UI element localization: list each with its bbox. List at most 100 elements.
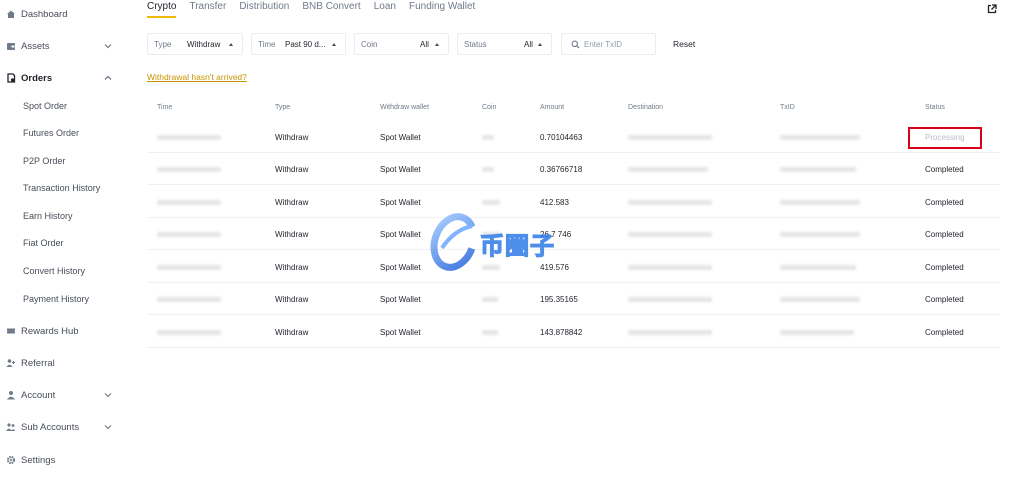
row-type: Withdraw xyxy=(275,263,309,272)
redacted-time xyxy=(157,265,221,270)
chevron-up-icon[interactable] xyxy=(103,73,113,83)
sidebar-subitem-p2p-order[interactable]: P2P Order xyxy=(23,154,65,168)
row-wallet: Spot Wallet xyxy=(380,295,421,304)
row-amount: 412.583 xyxy=(540,198,569,207)
redacted-time xyxy=(157,167,221,172)
redacted-coin xyxy=(482,297,498,302)
annotation-highlight-box xyxy=(908,127,982,149)
coin-select[interactable]: Coin All xyxy=(354,33,449,55)
type-select[interactable]: Type Withdraw xyxy=(147,33,243,55)
sidebar-subitem-futures-order[interactable]: Futures Order xyxy=(23,126,79,140)
redacted-coin xyxy=(482,330,498,335)
column-header-amount: Amount xyxy=(540,104,565,111)
row-wallet: Spot Wallet xyxy=(380,165,421,174)
sidebar-subitem-transaction-history[interactable]: Transaction History xyxy=(23,181,100,195)
table-row[interactable]: Withdraw Spot Wallet 195.35165 Completed xyxy=(147,283,1000,315)
redacted-destination xyxy=(628,232,712,237)
sidebar-item-account[interactable]: Account xyxy=(0,384,122,406)
sidebar-subitem-spot-order[interactable]: Spot Order xyxy=(23,99,67,113)
row-type: Withdraw xyxy=(275,198,309,207)
chevron-down-icon[interactable] xyxy=(103,422,113,432)
table-row[interactable]: Withdraw Spot Wallet 0.70104463 Processi… xyxy=(147,121,1000,153)
row-wallet: Spot Wallet xyxy=(380,263,421,272)
tab-distribution[interactable]: Distribution xyxy=(239,0,289,16)
row-type: Withdraw xyxy=(275,295,309,304)
time-select-value: Past 90 d... xyxy=(285,39,326,49)
users-icon xyxy=(5,421,16,432)
sidebar-item-label: Orders xyxy=(21,72,53,84)
sidebar: Dashboard Assets Orders Spot Order Futur… xyxy=(0,0,122,486)
sidebar-item-label: Dashboard xyxy=(21,8,68,20)
txid-search-input[interactable] xyxy=(584,38,654,51)
tab-transfer[interactable]: Transfer xyxy=(189,0,226,16)
type-select-label: Type xyxy=(154,39,172,49)
sidebar-item-settings[interactable]: Settings xyxy=(0,449,122,471)
sidebar-item-orders[interactable]: Orders xyxy=(0,67,122,89)
row-wallet: Spot Wallet xyxy=(380,230,421,239)
sidebar-item-label: Referral xyxy=(21,357,55,369)
sidebar-item-label: Rewards Hub xyxy=(21,325,79,337)
tab-loan[interactable]: Loan xyxy=(374,0,396,16)
row-type: Withdraw xyxy=(275,133,309,142)
chevron-down-icon[interactable] xyxy=(103,390,113,400)
txid-search xyxy=(561,33,656,55)
status-select[interactable]: Status All xyxy=(457,33,552,55)
redacted-destination xyxy=(628,330,712,335)
row-amount: 0.70104463 xyxy=(540,133,583,142)
sidebar-subitem-convert-history[interactable]: Convert History xyxy=(23,264,85,278)
table-row[interactable]: Withdraw Spot Wallet 0.36766718 Complete… xyxy=(147,153,1000,185)
redacted-time xyxy=(157,297,221,302)
column-header-coin: Coin xyxy=(482,104,497,111)
row-type: Withdraw xyxy=(275,230,309,239)
row-wallet: Spot Wallet xyxy=(380,133,421,142)
sidebar-subitem-payment-history[interactable]: Payment History xyxy=(23,292,89,306)
orders-icon xyxy=(5,72,16,83)
redacted-destination xyxy=(628,167,708,172)
wallet-icon xyxy=(5,40,16,51)
row-amount: 143.878842 xyxy=(540,328,583,337)
row-type: Withdraw xyxy=(275,328,309,337)
sidebar-item-dashboard[interactable]: Dashboard xyxy=(0,3,122,25)
withdrawal-not-arrived-link[interactable]: Withdrawal hasn't arrived? xyxy=(147,72,247,82)
row-status: Completed xyxy=(925,165,964,174)
tab-crypto[interactable]: Crypto xyxy=(147,0,177,18)
redacted-txid xyxy=(780,167,856,172)
external-link-icon[interactable] xyxy=(987,4,997,14)
row-amount: 195.35165 xyxy=(540,295,578,304)
column-header-time: Time xyxy=(157,104,173,111)
time-select[interactable]: Time Past 90 d... xyxy=(251,33,346,55)
chevron-down-icon[interactable] xyxy=(103,41,113,51)
row-status: Completed xyxy=(925,263,964,272)
search-icon xyxy=(571,40,580,49)
column-header-status: Status xyxy=(925,104,945,111)
table-row[interactable]: Withdraw Spot Wallet 143.878842 Complete… xyxy=(147,316,1000,348)
redacted-destination xyxy=(628,265,712,270)
coin-select-value: All xyxy=(420,39,429,49)
redacted-txid xyxy=(780,265,856,270)
redacted-time xyxy=(157,135,221,140)
sidebar-item-rewards-hub[interactable]: Rewards Hub xyxy=(0,320,122,342)
gear-icon xyxy=(5,454,16,465)
redacted-txid xyxy=(780,297,860,302)
sidebar-item-sub-accounts[interactable]: Sub Accounts xyxy=(0,416,122,438)
sidebar-item-label: Settings xyxy=(21,454,56,466)
sidebar-item-assets[interactable]: Assets xyxy=(0,35,122,57)
row-wallet: Spot Wallet xyxy=(380,328,421,337)
coin-circle-logo-icon xyxy=(430,213,478,271)
column-header-withdraw-wallet: Withdraw wallet xyxy=(380,104,430,111)
tab-funding-wallet[interactable]: Funding Wallet xyxy=(409,0,475,16)
row-amount: 0.36766718 xyxy=(540,165,583,174)
sidebar-item-referral[interactable]: Referral xyxy=(0,352,122,374)
redacted-destination xyxy=(628,297,712,302)
caret-up-icon xyxy=(332,43,336,46)
redacted-destination xyxy=(628,135,712,140)
redacted-time xyxy=(157,200,221,205)
redacted-txid xyxy=(780,232,860,237)
watermark-logo: 币圈子 xyxy=(428,212,588,272)
sidebar-subitem-earn-history[interactable]: Earn History xyxy=(23,209,73,223)
reset-button[interactable]: Reset xyxy=(673,39,695,49)
redacted-coin xyxy=(482,200,500,205)
sidebar-subitem-fiat-order[interactable]: Fiat Order xyxy=(23,236,64,250)
tab-bnb-convert[interactable]: BNB Convert xyxy=(302,0,360,16)
watermark-text: 币圈子 xyxy=(479,231,555,260)
